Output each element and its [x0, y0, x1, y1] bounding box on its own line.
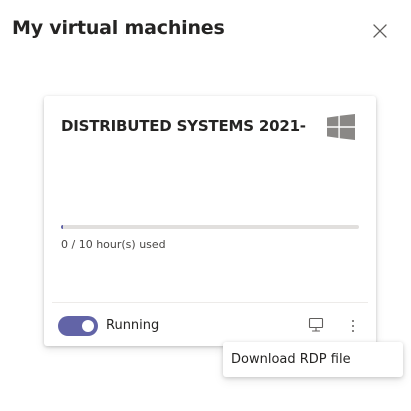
usage-text: 0 / 10 hour(s) used [61, 238, 166, 251]
monitor-icon [308, 317, 324, 332]
more-options-button[interactable] [347, 317, 359, 335]
toggle-knob [82, 320, 94, 332]
vm-card: DISTRIBUTED SYSTEMS 2021- 0 / 10 hour(s)… [44, 96, 376, 346]
vm-options-menu: Download RDP file [223, 342, 403, 377]
panel-title: My virtual machines [12, 17, 225, 39]
usage-progress-bar [61, 225, 359, 229]
close-button[interactable] [371, 22, 389, 40]
more-vertical-icon [352, 320, 354, 332]
connect-button[interactable] [307, 316, 325, 334]
menu-item-label: Download RDP file [231, 352, 351, 367]
close-icon [373, 24, 387, 38]
usage-progress-fill [61, 225, 63, 229]
virtual-machines-panel: My virtual machines DISTRIBUTED SYSTEMS … [0, 0, 411, 411]
vm-power-toggle[interactable] [58, 316, 98, 336]
windows-icon [327, 114, 355, 140]
card-divider [52, 302, 368, 303]
vm-status-label: Running [106, 318, 160, 333]
menu-item-download-rdp[interactable]: Download RDP file [223, 342, 403, 377]
vm-name: DISTRIBUTED SYSTEMS 2021- [61, 117, 306, 135]
